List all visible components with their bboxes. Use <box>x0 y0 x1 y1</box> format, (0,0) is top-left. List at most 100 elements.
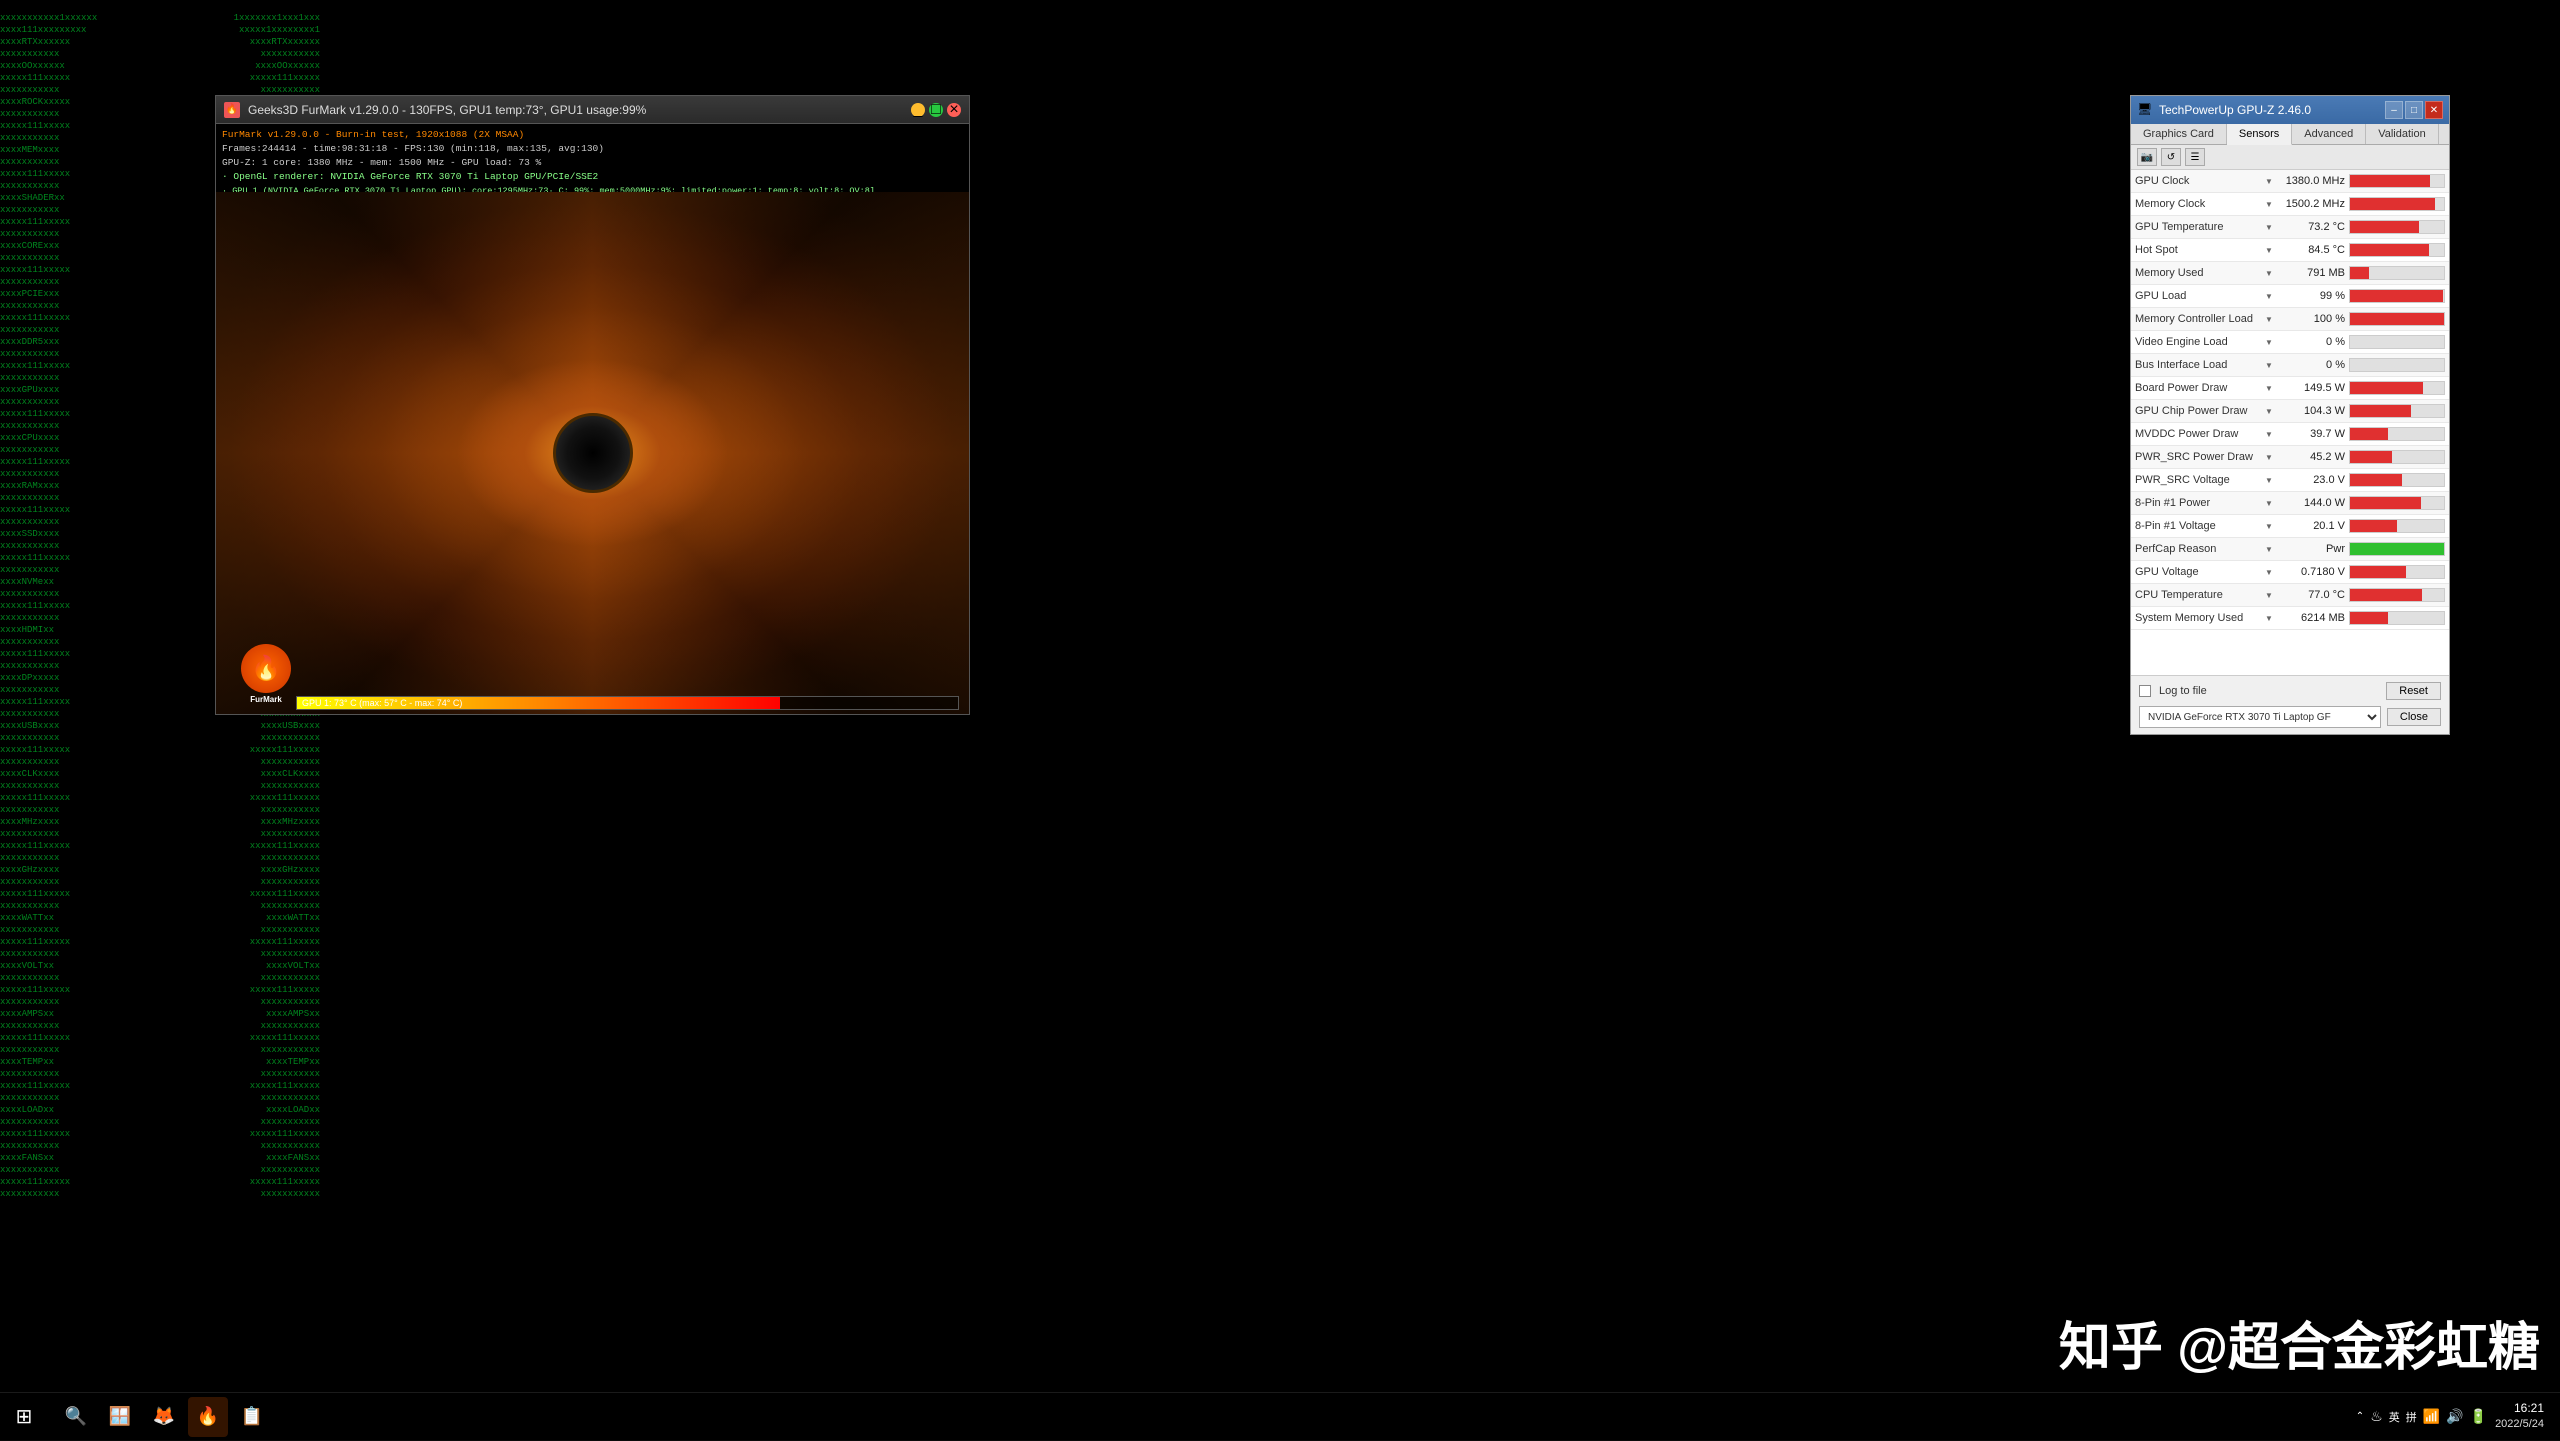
sensor-bar <box>2350 451 2392 463</box>
sensor-value: 104.3 W <box>2279 405 2349 417</box>
sensor-expand-arrow[interactable]: ▼ <box>2265 568 2279 577</box>
tab-validation[interactable]: Validation <box>2366 124 2439 144</box>
sensor-expand-arrow[interactable]: ▼ <box>2265 292 2279 301</box>
furmark-info-line5: · GPU 1 (NVIDIA GeForce RTX 3070 Ti Lapt… <box>222 184 963 192</box>
sensor-label: 8-Pin #1 Voltage <box>2135 520 2265 532</box>
gpuz-toolbar-camera-button[interactable]: 📷 <box>2137 148 2157 166</box>
sensor-bar <box>2350 428 2388 440</box>
sensor-bar-container <box>2349 404 2445 418</box>
gpuz-gpu-select[interactable]: NVIDIA GeForce RTX 3070 Ti Laptop GF <box>2139 706 2381 728</box>
sensor-value: 149.5 W <box>2279 382 2349 394</box>
sensor-value: 20.1 V <box>2279 520 2349 532</box>
furmark-close-button[interactable]: × <box>947 103 961 117</box>
gpuz-maximize-button[interactable]: □ <box>2405 101 2423 119</box>
taskbar-clock[interactable]: 16:21 2022/5/24 <box>2495 1400 2544 1432</box>
sensor-expand-arrow[interactable]: ▼ <box>2265 315 2279 324</box>
taskbar-tray: ⌃ ♨ 英 拼 📶 🔊 🔋 16:21 2022/5/24 <box>2356 1400 2560 1432</box>
sensor-label: Memory Used <box>2135 267 2265 279</box>
sensor-label: Hot Spot <box>2135 244 2265 256</box>
sensor-label: Memory Controller Load <box>2135 313 2265 325</box>
gpuz-log-checkbox[interactable] <box>2139 685 2151 697</box>
sensor-expand-arrow[interactable]: ▼ <box>2265 522 2279 531</box>
tab-sensors[interactable]: Sensors <box>2227 124 2292 145</box>
taskbar-taskview-button[interactable]: 🪟 <box>100 1397 140 1437</box>
gpuz-toolbar-menu-button[interactable]: ☰ <box>2185 148 2205 166</box>
sensor-bar-container <box>2349 243 2445 257</box>
sensor-label: 8-Pin #1 Power <box>2135 497 2265 509</box>
taskbar-search-button[interactable]: 🔍 <box>56 1397 96 1437</box>
sensor-bar <box>2350 589 2422 601</box>
sensor-expand-arrow[interactable]: ▼ <box>2265 177 2279 186</box>
sensor-bar <box>2350 382 2423 394</box>
tab-graphics-card[interactable]: Graphics Card <box>2131 124 2227 144</box>
taskbar-lang-pin-icon[interactable]: 拼 <box>2406 1409 2417 1425</box>
sensor-bar <box>2350 474 2402 486</box>
sensor-expand-arrow[interactable]: ▼ <box>2265 499 2279 508</box>
taskbar-wifi-icon[interactable]: 📶 <box>2423 1408 2440 1425</box>
taskbar-chevron-icon[interactable]: ⌃ <box>2356 1411 2364 1422</box>
sensor-expand-arrow[interactable]: ▼ <box>2265 269 2279 278</box>
sensor-bar <box>2350 244 2429 256</box>
sensor-bar <box>2350 520 2397 532</box>
furmark-info-line4: · OpenGL renderer: NVIDIA GeForce RTX 30… <box>222 170 963 184</box>
sensor-expand-arrow[interactable]: ▼ <box>2265 453 2279 462</box>
taskbar-gpuz-icon[interactable]: 📋 <box>232 1397 272 1437</box>
gpuz-toolbar-refresh-button[interactable]: ↺ <box>2161 148 2181 166</box>
furmark-maximize-button[interactable]: □ <box>929 103 943 117</box>
sensor-expand-arrow[interactable]: ▼ <box>2265 407 2279 416</box>
sensor-expand-arrow[interactable]: ▼ <box>2265 614 2279 623</box>
sensor-value: 0 % <box>2279 336 2349 348</box>
tab-advanced[interactable]: Advanced <box>2292 124 2366 144</box>
taskbar-app1-icon[interactable]: 🦊 <box>144 1397 184 1437</box>
sensor-expand-arrow[interactable]: ▼ <box>2265 545 2279 554</box>
taskbar-furmark-icon[interactable]: 🔥 <box>188 1397 228 1437</box>
gpuz-bottom: Log to file Reset NVIDIA GeForce RTX 307… <box>2131 675 2449 734</box>
sensor-bar-container <box>2349 473 2445 487</box>
sensor-label: PWR_SRC Power Draw <box>2135 451 2265 463</box>
taskbar-start-button[interactable]: ⊞ <box>0 1393 48 1441</box>
sensor-row: PerfCap Reason▼Pwr <box>2131 538 2449 561</box>
sensor-expand-arrow[interactable]: ▼ <box>2265 476 2279 485</box>
furmark-info: FurMark v1.29.0.0 - Burn-in test, 1920x1… <box>216 124 969 192</box>
sensor-value: Pwr <box>2279 543 2349 555</box>
sensor-expand-arrow[interactable]: ▼ <box>2265 200 2279 209</box>
sensor-bar <box>2350 290 2443 302</box>
sensor-bar-container <box>2349 266 2445 280</box>
sensor-expand-arrow[interactable]: ▼ <box>2265 384 2279 393</box>
gpuz-reset-button[interactable]: Reset <box>2386 682 2441 700</box>
sensor-expand-arrow[interactable]: ▼ <box>2265 246 2279 255</box>
sensor-label: GPU Chip Power Draw <box>2135 405 2265 417</box>
sensor-bar-container <box>2349 358 2445 372</box>
sensor-expand-arrow[interactable]: ▼ <box>2265 338 2279 347</box>
sensor-expand-arrow[interactable]: ▼ <box>2265 430 2279 439</box>
sensor-expand-arrow[interactable]: ▼ <box>2265 223 2279 232</box>
taskbar-volume-icon[interactable]: 🔊 <box>2446 1408 2463 1425</box>
sensor-bar-container <box>2349 496 2445 510</box>
gpuz-win-buttons: – □ ✕ <box>2385 101 2443 119</box>
gpuz-minimize-button[interactable]: – <box>2385 101 2403 119</box>
sensor-expand-arrow[interactable]: ▼ <box>2265 361 2279 370</box>
gpuz-close-btn[interactable]: Close <box>2387 708 2441 726</box>
taskbar-lang-en-icon[interactable]: 英 <box>2389 1409 2400 1425</box>
sensor-label: GPU Clock <box>2135 175 2265 187</box>
sensor-bar <box>2350 612 2388 624</box>
sensor-label: Bus Interface Load <box>2135 359 2265 371</box>
sensor-value: 77.0 °C <box>2279 589 2349 601</box>
sensor-row: GPU Voltage▼0.7180 V <box>2131 561 2449 584</box>
sensor-label: GPU Load <box>2135 290 2265 302</box>
gpuz-log-row: Log to file Reset <box>2139 682 2441 700</box>
taskbar-date: 2022/5/24 <box>2495 1417 2544 1432</box>
furmark-minimize-button[interactable]: _ <box>911 103 925 117</box>
sensor-expand-arrow[interactable]: ▼ <box>2265 591 2279 600</box>
taskbar-battery-icon[interactable]: 🔋 <box>2470 1408 2487 1425</box>
furmark-info-line1: FurMark v1.29.0.0 - Burn-in test, 1920x1… <box>222 128 963 142</box>
gpuz-close-button[interactable]: ✕ <box>2425 101 2443 119</box>
sensor-label: PWR_SRC Voltage <box>2135 474 2265 486</box>
sensor-row: GPU Load▼99 % <box>2131 285 2449 308</box>
sensor-value: 6214 MB <box>2279 612 2349 624</box>
taskbar-steam-icon[interactable]: ♨ <box>2370 1408 2383 1425</box>
sensor-label: System Memory Used <box>2135 612 2265 624</box>
sensor-row: Hot Spot▼84.5 °C <box>2131 239 2449 262</box>
sensor-value: 100 % <box>2279 313 2349 325</box>
furmark-window: 🔥 Geeks3D FurMark v1.29.0.0 - 130FPS, GP… <box>215 95 970 715</box>
